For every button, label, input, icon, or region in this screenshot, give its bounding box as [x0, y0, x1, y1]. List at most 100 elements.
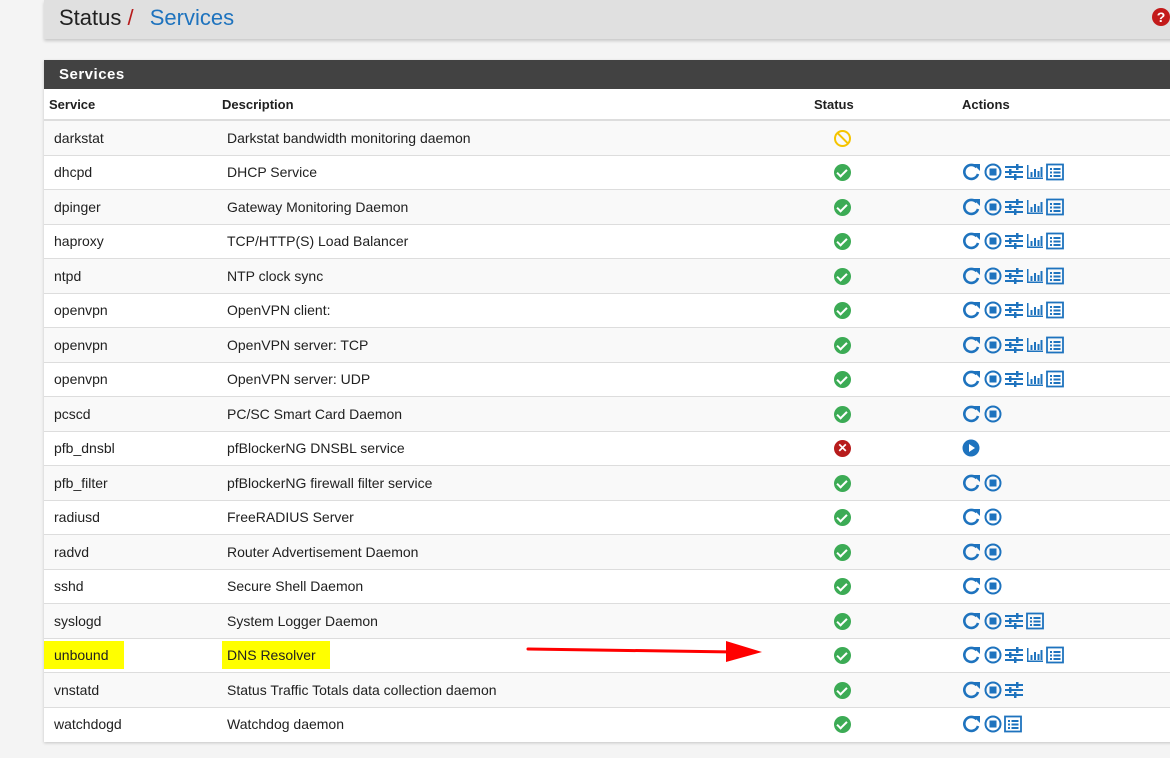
- restart-icon[interactable]: [962, 508, 982, 526]
- stop-icon[interactable]: [984, 681, 1002, 699]
- stop-icon[interactable]: [984, 543, 1002, 561]
- settings-sliders-icon[interactable]: [1004, 163, 1024, 181]
- stop-icon[interactable]: [984, 301, 1002, 319]
- list-log-icon[interactable]: [1046, 301, 1064, 319]
- restart-icon[interactable]: [962, 405, 982, 423]
- table-row: openvpn OpenVPN client:: [44, 292, 1170, 328]
- settings-sliders-icon[interactable]: [1004, 301, 1024, 319]
- actions-cell: [958, 499, 1170, 535]
- service-description: Secure Shell Daemon: [227, 578, 364, 595]
- breadcrumb-root: Status: [59, 5, 122, 30]
- restart-icon[interactable]: [962, 370, 982, 388]
- restart-icon[interactable]: [962, 715, 982, 733]
- service-cell: watchdogd: [44, 706, 222, 741]
- list-log-icon[interactable]: [1046, 163, 1064, 181]
- bar-chart-icon[interactable]: [1026, 646, 1044, 664]
- stop-icon[interactable]: [984, 198, 1002, 216]
- list-log-icon[interactable]: [1026, 612, 1044, 630]
- settings-sliders-icon[interactable]: [1004, 267, 1024, 285]
- list-log-icon[interactable]: [1046, 198, 1064, 216]
- description-cell: System Logger Daemon: [222, 603, 804, 638]
- check-circle-icon: [834, 647, 851, 665]
- question-circle-icon[interactable]: ?: [1152, 8, 1170, 26]
- restart-icon[interactable]: [962, 646, 982, 664]
- list-log-icon[interactable]: [1046, 646, 1064, 664]
- stop-icon[interactable]: [984, 163, 1002, 181]
- check-circle-icon: [834, 405, 851, 423]
- status-cell: [804, 396, 958, 431]
- service-name: dhcpd: [54, 164, 93, 181]
- restart-icon[interactable]: [962, 301, 982, 319]
- restart-icon[interactable]: [962, 543, 982, 561]
- service-cell: darkstat: [44, 119, 222, 155]
- service-cell: pcscd: [44, 396, 222, 431]
- settings-sliders-icon[interactable]: [1004, 681, 1024, 699]
- settings-sliders-icon[interactable]: [1004, 232, 1024, 250]
- stop-icon[interactable]: [984, 405, 1002, 423]
- restart-icon[interactable]: [962, 163, 982, 181]
- check-circle-icon: [834, 371, 851, 389]
- stop-icon[interactable]: [984, 612, 1002, 630]
- stop-icon[interactable]: [984, 474, 1002, 492]
- column-header-actions: Actions: [958, 89, 1170, 121]
- restart-icon[interactable]: [962, 681, 982, 699]
- list-log-icon[interactable]: [1046, 336, 1064, 354]
- service-name: dpinger: [54, 198, 101, 215]
- settings-sliders-icon[interactable]: [1004, 198, 1024, 216]
- restart-icon[interactable]: [962, 612, 982, 630]
- restart-icon[interactable]: [962, 577, 982, 595]
- status-cell: [804, 465, 958, 500]
- bar-chart-icon[interactable]: [1026, 301, 1044, 319]
- check-circle-icon: [834, 164, 851, 182]
- actions-cell: [958, 154, 1170, 190]
- list-log-icon[interactable]: [1046, 232, 1064, 250]
- settings-sliders-icon[interactable]: [1004, 612, 1024, 630]
- restart-icon[interactable]: [962, 336, 982, 354]
- restart-icon[interactable]: [962, 232, 982, 250]
- restart-icon[interactable]: [962, 198, 982, 216]
- stop-icon[interactable]: [984, 508, 1002, 526]
- service-description: Router Advertisement Daemon: [227, 543, 419, 560]
- settings-sliders-icon[interactable]: [1004, 336, 1024, 354]
- bar-chart-icon[interactable]: [1026, 163, 1044, 181]
- list-log-icon[interactable]: [1046, 370, 1064, 388]
- settings-sliders-icon[interactable]: [1004, 646, 1024, 664]
- stop-icon[interactable]: [984, 232, 1002, 250]
- stop-icon[interactable]: [984, 267, 1002, 285]
- play-icon[interactable]: [962, 439, 980, 457]
- stop-icon[interactable]: [984, 577, 1002, 595]
- service-name: ntpd: [54, 267, 82, 284]
- table-row: dpinger Gateway Monitoring Daemon: [44, 189, 1170, 224]
- actions-cell: [958, 465, 1170, 500]
- status-cell: [804, 327, 958, 362]
- bar-chart-icon[interactable]: [1026, 336, 1044, 354]
- service-description: OpenVPN client:: [227, 302, 331, 319]
- bar-chart-icon[interactable]: [1026, 232, 1044, 250]
- description-cell: pfBlockerNG firewall filter service: [222, 465, 804, 500]
- breadcrumb: Status / Services: [59, 3, 234, 33]
- bar-chart-icon[interactable]: [1026, 267, 1044, 285]
- stop-icon[interactable]: [984, 370, 1002, 388]
- check-circle-icon: [834, 681, 851, 699]
- list-log-icon[interactable]: [1046, 267, 1064, 285]
- status-cell: [804, 603, 958, 638]
- stop-icon[interactable]: [984, 646, 1002, 664]
- breadcrumb-current[interactable]: Services: [150, 5, 234, 30]
- status-cell: [804, 189, 958, 224]
- service-cell: ntpd: [44, 258, 222, 293]
- service-name: sshd: [54, 578, 84, 595]
- service-description: Watchdog daemon: [227, 716, 344, 733]
- bar-chart-icon[interactable]: [1026, 370, 1044, 388]
- settings-sliders-icon[interactable]: [1004, 370, 1024, 388]
- bar-chart-icon[interactable]: [1026, 198, 1044, 216]
- actions-cell: [958, 292, 1170, 328]
- description-cell: Secure Shell Daemon: [222, 568, 804, 604]
- service-name: watchdogd: [54, 716, 122, 733]
- restart-icon[interactable]: [962, 267, 982, 285]
- table-header-row: Service Description Status Actions: [44, 89, 1170, 121]
- service-cell: sshd: [44, 568, 222, 604]
- list-log-icon[interactable]: [1004, 715, 1022, 733]
- stop-icon[interactable]: [984, 336, 1002, 354]
- restart-icon[interactable]: [962, 474, 982, 492]
- stop-icon[interactable]: [984, 715, 1002, 733]
